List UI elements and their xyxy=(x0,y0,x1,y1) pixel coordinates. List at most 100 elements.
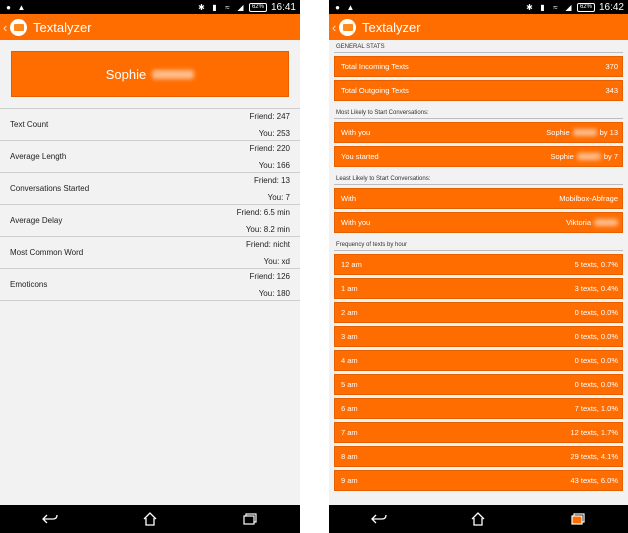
redacted-surname xyxy=(594,219,618,226)
row-value: 370 xyxy=(605,62,618,71)
contact-name: Viktoria xyxy=(566,218,591,227)
frequency-row[interactable]: 5 am 0 texts, 0.0% xyxy=(334,374,623,395)
most-likely-row[interactable]: With you Sophie by 13 xyxy=(334,122,623,143)
you-value: You: 7 xyxy=(267,192,290,202)
battery-indicator: 62% xyxy=(248,2,267,12)
row-label: With you xyxy=(341,218,371,227)
redacted-surname xyxy=(572,129,597,136)
stat-label: Average Delay xyxy=(10,216,63,225)
app-bar[interactable]: ‹ Textalyzer xyxy=(329,14,628,40)
android-icon: ▲ xyxy=(17,2,26,12)
stat-row[interactable]: Text Count Friend: 247 You: 253 xyxy=(0,109,300,141)
row-value: Sophie by 7 xyxy=(550,152,618,161)
row-value: 12 texts, 1.7% xyxy=(570,428,618,437)
row-label: With you xyxy=(341,128,371,137)
stats-table: Text Count Friend: 247 You: 253 Average Len… xyxy=(0,108,300,301)
general-stats-header: GENERAL STATS xyxy=(334,40,623,53)
bluetooth-icon: ✱ xyxy=(526,2,533,12)
stat-row[interactable]: Average Delay Friend: 6.5 min You: 8.2 min xyxy=(0,205,300,237)
stat-values: Friend: 126 You: 180 xyxy=(250,269,290,301)
least-likely-row[interactable]: With you Viktoria xyxy=(334,212,623,233)
contact-name: Sophie xyxy=(546,128,570,137)
contact-banner: Sophie xyxy=(11,51,289,97)
envelope-icon xyxy=(10,18,27,36)
row-label: You started xyxy=(341,152,379,161)
row-value: 5 texts, 0.7% xyxy=(574,260,618,269)
back-icon[interactable] xyxy=(370,511,387,527)
frequency-row[interactable]: 2 am 0 texts, 0.0% xyxy=(334,302,623,323)
bluetooth-icon: ✱ xyxy=(198,2,205,12)
stat-row[interactable]: Conversations Started Friend: 13 You: 7 xyxy=(0,173,300,205)
row-label: 3 am xyxy=(341,332,358,341)
clock: 16:42 xyxy=(598,1,624,13)
friend-value: Friend: 220 xyxy=(249,143,290,153)
row-label: 7 am xyxy=(341,428,358,437)
count-suffix: by 13 xyxy=(599,128,618,137)
stat-row[interactable]: Emoticons Friend: 126 You: 180 xyxy=(0,269,300,301)
recents-icon[interactable] xyxy=(242,511,258,527)
least-likely-row[interactable]: With Mobilbox-Abfrage xyxy=(334,188,623,209)
frequency-row[interactable]: 1 am 3 texts, 0.4% xyxy=(334,278,623,299)
stat-values: Friend: 220 You: 166 xyxy=(250,141,290,173)
back-icon[interactable] xyxy=(42,511,58,527)
count-suffix: by 7 xyxy=(603,152,618,161)
row-value: 43 texts, 6.0% xyxy=(570,476,618,485)
home-icon[interactable] xyxy=(470,511,486,527)
row-label: 12 am xyxy=(341,260,362,269)
friend-value: Friend: 6.5 min xyxy=(236,207,290,217)
vibrate-icon: ▮ xyxy=(540,2,545,12)
stat-label: Average Length xyxy=(10,152,67,161)
row-value: 3 texts, 0.4% xyxy=(574,284,618,293)
stat-row[interactable]: Average Length Friend: 220 You: 166 xyxy=(0,141,300,173)
chevron-left-icon[interactable]: ‹ xyxy=(332,20,339,35)
you-value: You: 253 xyxy=(258,128,290,138)
frequency-row[interactable]: 3 am 0 texts, 0.0% xyxy=(334,326,623,347)
clock: 16:41 xyxy=(270,1,296,13)
row-label: 5 am xyxy=(341,380,358,389)
contact-name: Sophie xyxy=(105,66,147,82)
row-value: 7 texts, 1.0% xyxy=(574,404,618,413)
wifi-icon: ≈ xyxy=(225,2,230,12)
row-value: 0 texts, 0.0% xyxy=(574,380,618,389)
divider-gap xyxy=(300,0,329,533)
chevron-left-icon[interactable]: ‹ xyxy=(3,20,10,35)
home-icon[interactable] xyxy=(142,511,158,527)
contact-name: Mobilbox-Abfrage xyxy=(559,194,618,203)
redacted-surname xyxy=(152,69,195,79)
contact-name: Sophie xyxy=(550,152,574,161)
friend-value: Friend: 126 xyxy=(249,271,290,281)
stat-label: Conversations Started xyxy=(10,184,90,193)
envelope-icon xyxy=(339,18,356,36)
notification-icon: ● xyxy=(6,2,11,12)
row-value: 29 texts, 4.1% xyxy=(570,452,618,461)
frequency-row[interactable]: 8 am 29 texts, 4.1% xyxy=(334,446,623,467)
row-label: Total Outgoing Texts xyxy=(341,86,409,95)
vibrate-icon: ▮ xyxy=(212,2,217,12)
status-bar: ● ▲ ✱ ▮ ≈ ◢ 62% 16:41 xyxy=(0,0,300,14)
row-value: 0 texts, 0.0% xyxy=(574,308,618,317)
stat-label: Text Count xyxy=(10,120,49,129)
stat-row[interactable]: Most Common Word Friend: nicht You: xd xyxy=(0,237,300,269)
app-bar[interactable]: ‹ Textalyzer xyxy=(0,14,300,40)
recents-icon[interactable] xyxy=(570,511,586,527)
row-label: 8 am xyxy=(341,452,358,461)
redacted-surname xyxy=(576,153,601,160)
stat-label: Most Common Word xyxy=(10,248,84,257)
frequency-row[interactable]: 12 am 5 texts, 0.7% xyxy=(334,254,623,275)
frequency-row[interactable]: 9 am 43 texts, 6.0% xyxy=(334,470,623,491)
row-label: 4 am xyxy=(341,356,358,365)
general-stat-row[interactable]: Total Incoming Texts 370 xyxy=(334,56,623,77)
stat-values: Friend: 6.5 min You: 8.2 min xyxy=(237,205,290,237)
android-icon: ▲ xyxy=(346,2,355,12)
signal-icon: ◢ xyxy=(565,2,572,12)
row-label: 1 am xyxy=(341,284,358,293)
frequency-row[interactable]: 6 am 7 texts, 1.0% xyxy=(334,398,623,419)
row-label: 2 am xyxy=(341,308,358,317)
most-likely-row[interactable]: You started Sophie by 7 xyxy=(334,146,623,167)
navigation-bar xyxy=(329,505,628,533)
frequency-row[interactable]: 7 am 12 texts, 1.7% xyxy=(334,422,623,443)
row-value: 0 texts, 0.0% xyxy=(574,332,618,341)
friend-value: Friend: 13 xyxy=(253,175,290,185)
general-stat-row[interactable]: Total Outgoing Texts 343 xyxy=(334,80,623,101)
frequency-row[interactable]: 4 am 0 texts, 0.0% xyxy=(334,350,623,371)
